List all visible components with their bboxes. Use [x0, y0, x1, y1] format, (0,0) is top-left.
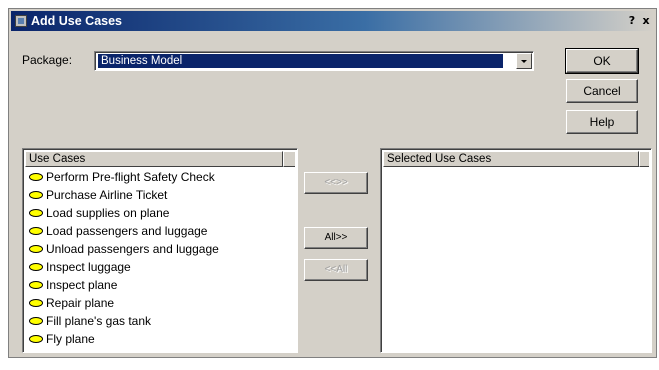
use-case-label: Load supplies on plane — [46, 206, 170, 220]
use-case-label: Repair plane — [46, 296, 115, 310]
use-cases-list[interactable]: Use Cases Perform Pre-flight Safety Chec… — [22, 148, 298, 353]
use-case-ellipse-icon — [29, 209, 43, 217]
use-case-ellipse-icon — [29, 335, 43, 343]
add-all-button[interactable]: All>> — [304, 227, 368, 249]
list-item[interactable]: Load supplies on plane — [28, 204, 219, 222]
list-item[interactable]: Inspect luggage — [28, 258, 219, 276]
dialog-title: Add Use Cases — [31, 14, 123, 28]
package-label: Package: — [22, 53, 73, 67]
cancel-button[interactable]: Cancel — [566, 79, 638, 103]
use-case-label: Load passengers and luggage — [46, 224, 208, 238]
use-case-label: Purchase Airline Ticket — [46, 188, 168, 202]
dialog-icon — [15, 15, 27, 27]
list-item[interactable]: Unload passengers and luggage — [28, 240, 219, 258]
selected-use-cases-header[interactable]: Selected Use Cases — [383, 151, 639, 167]
dropdown-arrow-icon[interactable] — [516, 53, 532, 69]
remove-all-button[interactable]: <<All — [304, 259, 368, 281]
use-case-label: Perform Pre-flight Safety Check — [46, 170, 215, 184]
list-item[interactable]: Fly plane — [28, 330, 219, 348]
package-dropdown[interactable]: Business Model — [94, 51, 534, 71]
use-case-ellipse-icon — [29, 263, 43, 271]
ok-button[interactable]: OK — [565, 48, 639, 74]
use-case-label: Fill plane's gas tank — [46, 314, 152, 328]
use-case-ellipse-icon — [29, 191, 43, 199]
use-case-label: Inspect luggage — [46, 260, 131, 274]
help-button[interactable]: Help — [566, 110, 638, 134]
add-use-cases-dialog: Add Use Cases ? x Package: Business Mode… — [8, 8, 657, 358]
use-case-ellipse-icon — [29, 173, 43, 181]
list-item[interactable]: Load passengers and luggage — [28, 222, 219, 240]
use-case-ellipse-icon — [29, 227, 43, 235]
use-cases-header-filler — [283, 151, 295, 167]
use-case-ellipse-icon — [29, 245, 43, 253]
list-item[interactable]: Inspect plane — [28, 276, 219, 294]
list-item[interactable]: Fill plane's gas tank — [28, 312, 219, 330]
use-case-label: Fly plane — [46, 332, 95, 346]
package-value: Business Model — [98, 54, 503, 68]
selected-use-cases-list[interactable]: Selected Use Cases — [380, 148, 652, 353]
list-item[interactable]: Perform Pre-flight Safety Check — [28, 168, 219, 186]
use-case-ellipse-icon — [29, 317, 43, 325]
use-case-ellipse-icon — [29, 281, 43, 289]
use-case-label: Inspect plane — [46, 278, 118, 292]
use-cases-items: Perform Pre-flight Safety Check Purchase … — [28, 168, 219, 348]
list-item[interactable]: Repair plane — [28, 294, 219, 312]
list-item[interactable]: Purchase Airline Ticket — [28, 186, 219, 204]
use-case-ellipse-icon — [29, 299, 43, 307]
title-bar[interactable]: Add Use Cases ? x — [11, 11, 654, 31]
selected-header-filler — [639, 151, 649, 167]
close-button[interactable]: x — [639, 14, 653, 28]
help-context-button[interactable]: ? — [625, 14, 639, 28]
swap-button[interactable]: <<>> — [304, 172, 368, 194]
use-cases-header[interactable]: Use Cases — [25, 151, 283, 167]
use-case-label: Unload passengers and luggage — [46, 242, 219, 256]
